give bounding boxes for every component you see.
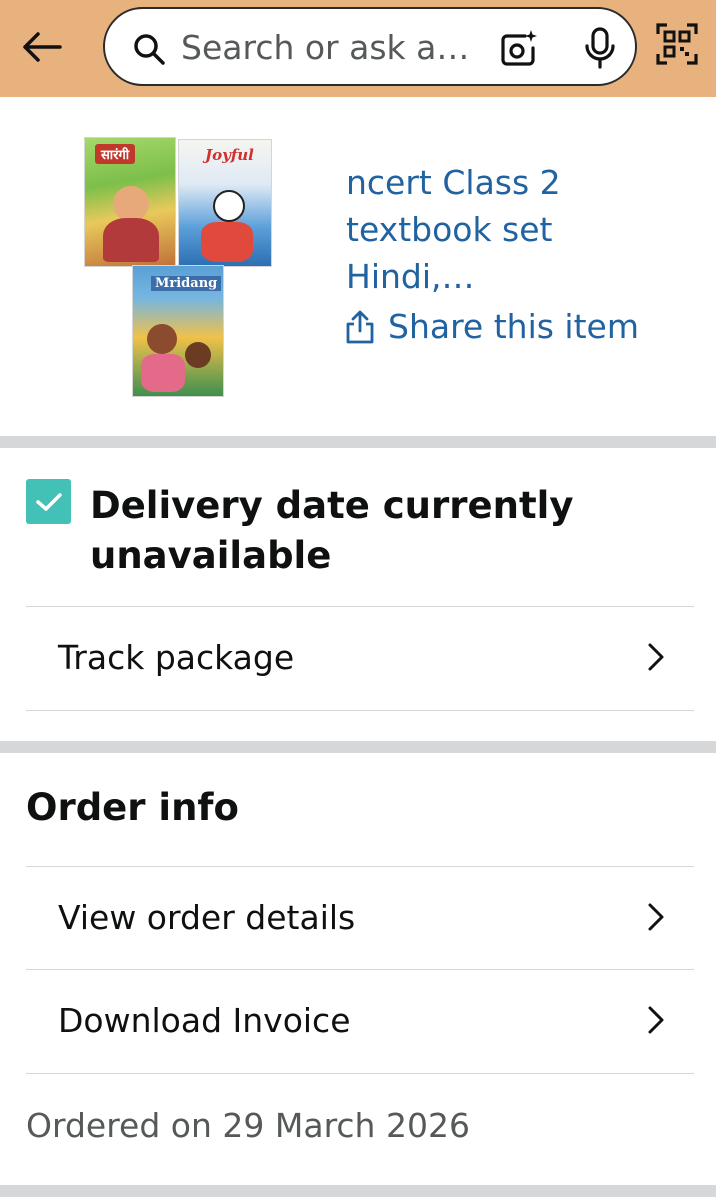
search-bar[interactable] xyxy=(103,7,637,86)
book-cover-maths: Joyful xyxy=(178,139,272,267)
qr-scan-icon[interactable] xyxy=(655,22,699,66)
back-arrow-icon xyxy=(23,32,62,62)
chevron-right-icon xyxy=(648,643,664,671)
order-info-heading: Order info xyxy=(26,786,239,829)
section-divider xyxy=(0,741,716,753)
book-illustration xyxy=(141,354,185,392)
camera-lens-icon[interactable] xyxy=(497,28,539,70)
download-invoice-label: Download Invoice xyxy=(58,1000,351,1040)
product-title-link[interactable]: ncert Class 2 textbook set Hindi,… xyxy=(346,159,646,300)
track-package-row[interactable]: Track package xyxy=(26,607,694,707)
book-illustration xyxy=(185,342,211,368)
row-divider xyxy=(26,710,694,711)
view-order-details-row[interactable]: View order details xyxy=(26,867,694,967)
view-order-details-label: View order details xyxy=(58,897,356,937)
book-cover-hindi: सारंगी xyxy=(84,137,176,267)
checkmark-icon xyxy=(35,492,62,511)
book-illustration xyxy=(213,190,245,222)
share-item-button[interactable]: Share this item xyxy=(344,307,639,346)
track-package-label: Track package xyxy=(58,637,295,677)
book-illustration xyxy=(147,324,177,354)
product-section: सारंगी Joyful Mridang ncert Class 2 text… xyxy=(0,97,716,436)
download-invoice-row[interactable]: Download Invoice xyxy=(26,970,694,1070)
book-cover-title: सारंगी xyxy=(95,144,136,164)
search-icon xyxy=(134,34,165,65)
section-divider xyxy=(0,1185,716,1197)
section-divider xyxy=(0,436,716,448)
ordered-on-date: Ordered on 29 March 2026 xyxy=(26,1106,470,1145)
product-image[interactable]: सारंगी Joyful Mridang xyxy=(82,135,274,399)
search-input[interactable] xyxy=(181,23,481,71)
microphone-icon[interactable] xyxy=(580,26,620,70)
share-item-label: Share this item xyxy=(388,307,639,346)
row-divider xyxy=(26,1073,694,1074)
delivery-status: Delivery date currently unavailable xyxy=(90,484,574,577)
chevron-right-icon xyxy=(648,1006,664,1034)
back-button[interactable] xyxy=(18,24,66,70)
top-search-header xyxy=(0,0,716,97)
book-illustration xyxy=(113,186,149,222)
chevron-right-icon xyxy=(648,903,664,931)
book-cover-title: Joyful xyxy=(205,146,254,164)
share-icon xyxy=(346,310,374,343)
book-illustration xyxy=(201,222,253,262)
delivery-check-icon xyxy=(26,479,71,524)
book-cover-title: Mridang xyxy=(151,276,222,291)
book-cover-english: Mridang xyxy=(132,265,224,397)
book-illustration xyxy=(103,218,159,262)
